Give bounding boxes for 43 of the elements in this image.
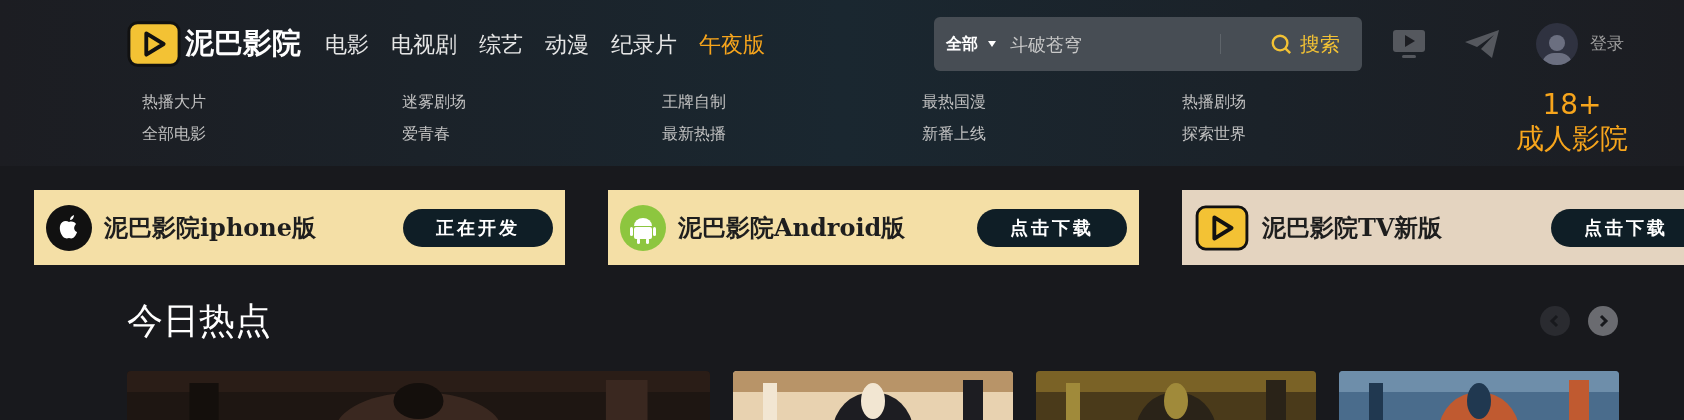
apple-icon bbox=[46, 204, 92, 251]
android-icon bbox=[620, 204, 666, 251]
app-banner[interactable]: 泥巴影院Android版 点击下载 bbox=[608, 190, 1139, 265]
subnav-link[interactable]: 探索世界 bbox=[1182, 124, 1442, 144]
site-logo-text: 泥巴影院 bbox=[185, 25, 301, 63]
nav-tab[interactable]: 电影 bbox=[325, 27, 369, 61]
subnav-link[interactable]: 迷雾剧场 bbox=[402, 92, 662, 112]
subnav-link[interactable]: 全部电影 bbox=[142, 124, 402, 144]
subnav-link[interactable]: 爱青春 bbox=[402, 124, 662, 144]
app-banner[interactable]: 泥巴影院iphone版 正在开发 bbox=[34, 190, 565, 265]
app-banner[interactable]: 泥巴影院TV新版 点击下载 bbox=[1182, 190, 1684, 265]
category-dropdown[interactable]: 全部 bbox=[946, 32, 996, 56]
section-title: 今日热点 bbox=[127, 299, 271, 343]
banner-title: 泥巴影院TV新版 bbox=[1262, 211, 1443, 244]
nav-tab[interactable]: 综艺 bbox=[479, 27, 523, 61]
avatar[interactable] bbox=[1536, 23, 1578, 65]
subnav-link[interactable]: 热播剧场 bbox=[1182, 92, 1442, 112]
caret-icon bbox=[988, 41, 996, 47]
subnav-link[interactable]: 新番上线 bbox=[922, 124, 1182, 144]
subnav-link[interactable]: 王牌自制 bbox=[662, 92, 922, 112]
banner-title: 泥巴影院Android版 bbox=[678, 211, 906, 244]
play-logo-icon bbox=[127, 20, 181, 68]
login-link[interactable]: 登录 bbox=[1590, 31, 1624, 57]
promo-label[interactable]: 18+ bbox=[1542, 88, 1602, 122]
nav-tab[interactable]: 纪录片 bbox=[611, 27, 677, 61]
download-button[interactable]: 点击下载 bbox=[1551, 208, 1684, 247]
banner-title: 泥巴影院iphone版 bbox=[104, 211, 317, 244]
nav-tab[interactable]: 午夜版 bbox=[699, 27, 765, 61]
tv-play-icon[interactable] bbox=[1392, 29, 1426, 59]
download-button[interactable]: 点击下载 bbox=[977, 208, 1127, 247]
nav-tab[interactable]: 动漫 bbox=[545, 27, 589, 61]
subnav-link[interactable]: 最新热播 bbox=[662, 124, 922, 144]
subnav-link[interactable]: 最热国漫 bbox=[922, 92, 1182, 112]
promo-title[interactable]: 成人影院 bbox=[1516, 122, 1628, 156]
next-button[interactable] bbox=[1588, 306, 1618, 336]
search-button[interactable]: 搜索 bbox=[1270, 29, 1340, 59]
play-logo-icon bbox=[1194, 204, 1250, 251]
search-field[interactable]: 斗破苍穹 bbox=[1010, 30, 1210, 58]
paper-plane-icon[interactable] bbox=[1464, 29, 1500, 59]
nav-tab[interactable]: 电视剧 bbox=[391, 27, 457, 61]
search-icon bbox=[1270, 33, 1292, 55]
subnav-link[interactable]: 热播大片 bbox=[142, 92, 402, 112]
download-button[interactable]: 正在开发 bbox=[403, 208, 553, 247]
